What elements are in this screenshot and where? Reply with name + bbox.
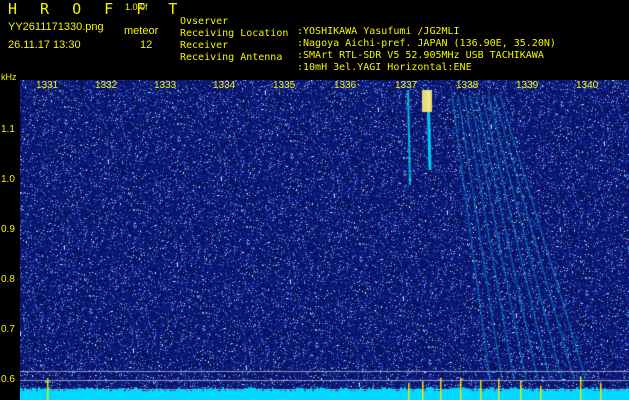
- info-value: :10mH 3el.YAGI Horizontal:ENE: [297, 62, 472, 73]
- timestamp: 26.11.17 13:30: [8, 39, 81, 51]
- file-name: YY2611171330.png: [8, 21, 104, 33]
- hrofft-window: H R O F F T 1.0.0f YY2611171330.png mete…: [0, 0, 629, 400]
- app-version: 1.0.0f: [125, 2, 148, 12]
- y-tick-label: 0.6: [1, 374, 15, 385]
- meteor-count: 12: [140, 39, 153, 51]
- app-title: H R O F F T: [8, 0, 185, 18]
- x-tick-label: 1331: [36, 80, 59, 91]
- y-axis-unit: kHz: [1, 72, 17, 82]
- x-tick-label: 1334: [213, 80, 236, 91]
- x-tick-label: 1333: [154, 80, 177, 91]
- info-value: :SMArt RTL-SDR V5 52.905MHz USB TACHIKAW…: [297, 50, 544, 61]
- y-tick-label: 1.0: [1, 174, 15, 185]
- info-value: :Nagoya Aichi-pref. JAPAN (136.90E, 35.2…: [297, 38, 556, 49]
- y-tick-label: 0.7: [1, 324, 15, 335]
- y-tick-label: 0.8: [1, 274, 15, 285]
- spectrogram-canvas: [20, 80, 629, 400]
- y-tick-label: 0.9: [1, 224, 15, 235]
- x-tick-label: 1339: [516, 80, 539, 91]
- spectrogram: [20, 80, 629, 400]
- y-tick-label: 1.1: [1, 124, 15, 135]
- x-tick-label: 1340: [576, 80, 599, 91]
- info-label: Receiving Antenna: [180, 52, 283, 63]
- info-value: :YOSHIKAWA Yasufumi /JG2MLI: [297, 26, 460, 37]
- x-tick-label: 1335: [273, 80, 296, 91]
- x-tick-label: 1332: [95, 80, 118, 91]
- x-tick-label: 1336: [334, 80, 357, 91]
- info-row-antenna: Receiving Antenna :10mH 3el.YAGI Horizon…: [180, 43, 472, 83]
- x-tick-label: 1338: [456, 80, 479, 91]
- x-tick-label: 1337: [395, 80, 418, 91]
- meteor-label: meteor: [124, 25, 159, 37]
